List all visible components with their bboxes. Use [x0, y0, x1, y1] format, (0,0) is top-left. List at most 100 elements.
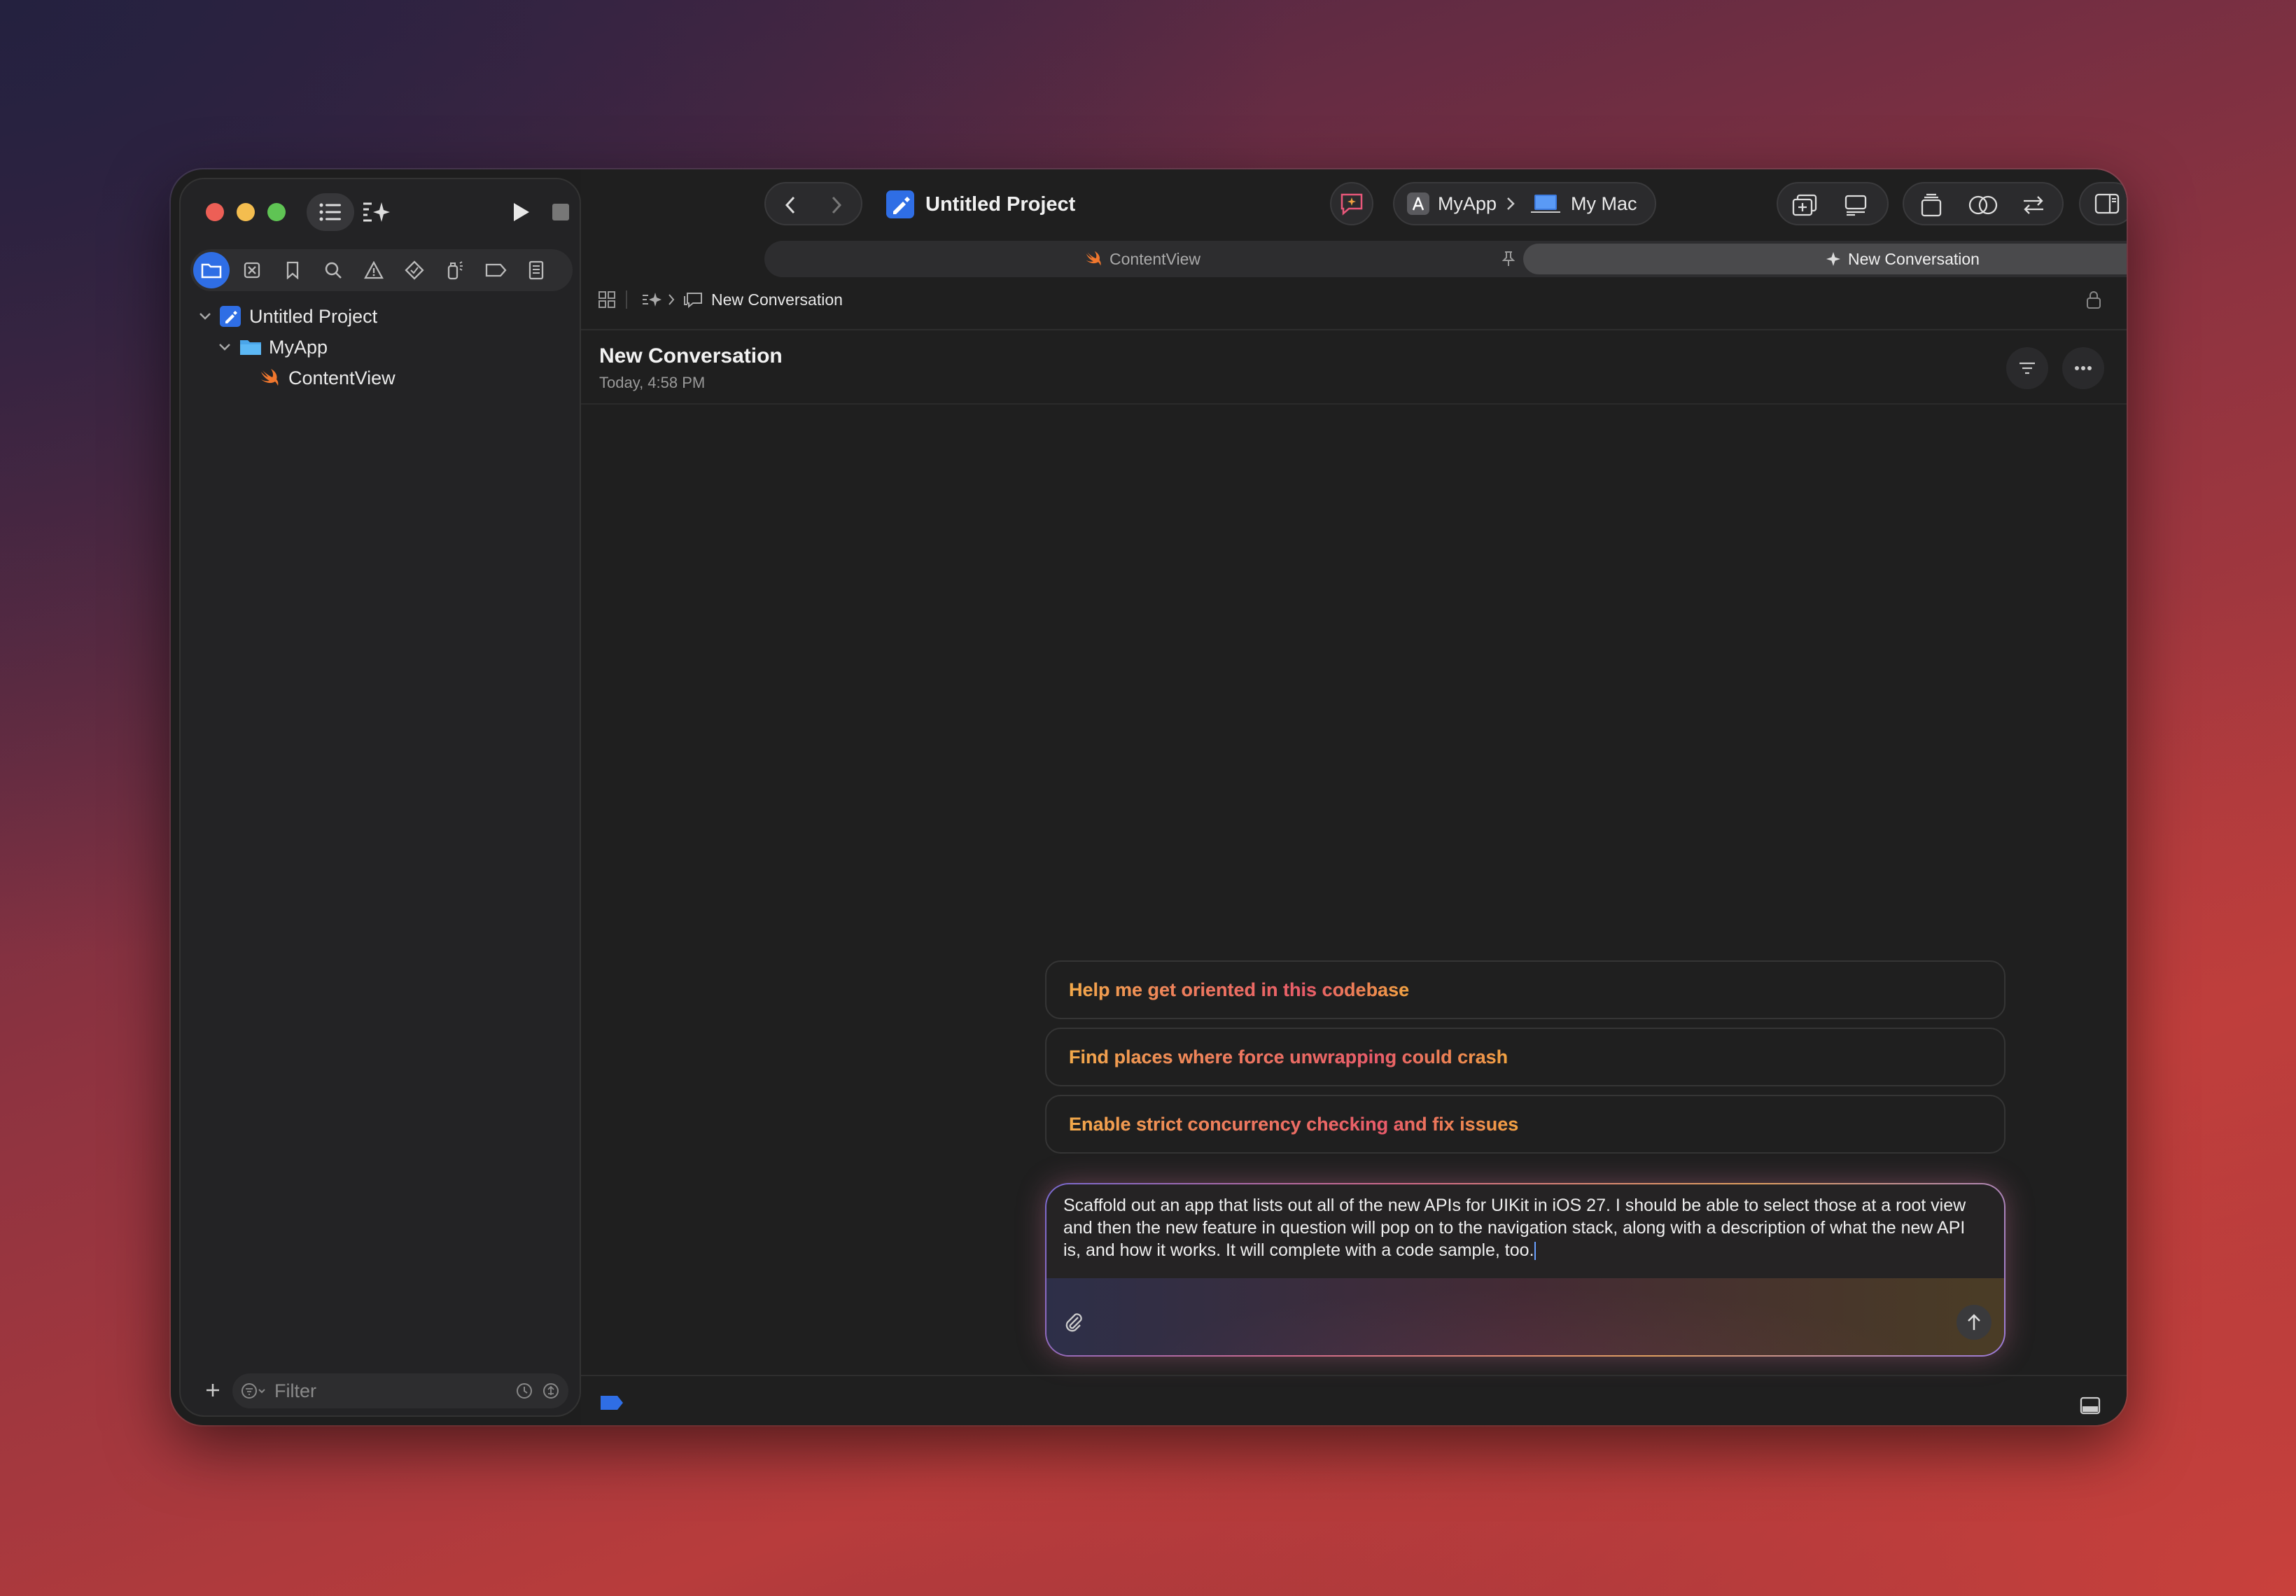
chevron-right-icon: [1506, 197, 1515, 211]
close-window-button[interactable]: [206, 203, 224, 221]
breadcrumb-current[interactable]: New Conversation: [711, 290, 843, 309]
chevron-down-icon[interactable]: [217, 342, 232, 353]
issue-navigator-tab[interactable]: [356, 252, 392, 288]
scheme-label[interactable]: MyApp: [1438, 193, 1497, 215]
debug-area-toggle[interactable]: [2075, 1390, 2106, 1421]
project-icon: [886, 190, 914, 218]
sidebar-right-icon: [2094, 193, 2120, 214]
intelligence-button[interactable]: [357, 193, 395, 231]
test-navigator-tab[interactable]: [396, 252, 433, 288]
editor-tab-bar: ContentView New Conversation: [764, 241, 2127, 277]
context-tag-button[interactable]: [599, 1394, 624, 1411]
sparkle-icon: [1826, 251, 1841, 267]
tree-row-group[interactable]: MyApp: [217, 333, 328, 361]
debug-navigator-tab[interactable]: [437, 252, 473, 288]
divider: [581, 329, 2127, 330]
destination-label[interactable]: My Mac: [1571, 193, 1637, 215]
bookmark-navigator-tab[interactable]: [274, 252, 311, 288]
glow: [1046, 1278, 2004, 1355]
lock-icon[interactable]: [2086, 290, 2101, 309]
tree-label: ContentView: [288, 367, 396, 388]
arrow-up-icon: [1966, 1313, 1982, 1331]
project-title-label: Untitled Project: [925, 192, 1076, 216]
overlap-circles-icon: [1968, 194, 1998, 216]
app-icon: [1407, 192, 1429, 215]
conversation-header: New Conversation Today, 4:58 PM: [599, 344, 783, 392]
sparkle-list-icon[interactable]: [641, 291, 662, 308]
coding-assistant-button[interactable]: [1330, 182, 1373, 225]
divider: [626, 290, 627, 309]
filter-field[interactable]: Filter: [232, 1373, 568, 1408]
report-navigator-tab[interactable]: [518, 252, 554, 288]
source-control-icon: [244, 262, 260, 279]
source-changes-button[interactable]: [2016, 188, 2051, 223]
editor-area: Untitled Project MyApp My Mac ContentVie…: [581, 169, 2127, 1425]
zoom-window-button[interactable]: [267, 203, 286, 221]
text-cursor: [1534, 1242, 1536, 1261]
navigator-sidebar: Untitled Project MyApp ContentView Filte…: [179, 178, 581, 1417]
scheme-destination-selector[interactable]: MyApp My Mac: [1393, 182, 1656, 225]
library-group: [1777, 182, 1889, 225]
breakpoint-icon: [484, 262, 507, 278]
editor-options-group: [1903, 182, 2064, 225]
conversation-timestamp: Today, 4:58 PM: [599, 374, 706, 391]
filter-icon: [241, 1382, 269, 1399]
project-title[interactable]: Untitled Project: [886, 190, 1075, 218]
pin-icon[interactable]: [1502, 251, 1515, 267]
tab-contentview[interactable]: ContentView: [764, 241, 1520, 277]
recent-files-icon[interactable]: [515, 1382, 533, 1400]
chevron-right-icon: [668, 293, 675, 306]
conversation-title: New Conversation: [599, 344, 783, 368]
run-button[interactable]: [505, 196, 538, 228]
minimize-window-button[interactable]: [237, 203, 255, 221]
suggestion-chip[interactable]: Find places where force unwrapping could…: [1045, 1028, 2005, 1086]
tab-label: ContentView: [1110, 249, 1200, 268]
inspector-layout-button[interactable]: [1838, 188, 1873, 223]
project-navigator-tab[interactable]: [193, 252, 230, 288]
folder-icon: [239, 338, 262, 356]
attach-button[interactable]: [1056, 1305, 1091, 1340]
paperclip-icon: [1064, 1312, 1084, 1333]
forward-button[interactable]: [819, 188, 854, 223]
back-button[interactable]: [773, 188, 808, 223]
source-control-filter-icon[interactable]: [542, 1382, 560, 1400]
chevron-left-icon: [784, 195, 797, 215]
filter-lines-icon: [2018, 361, 2036, 375]
source-control-navigator-tab[interactable]: [234, 252, 270, 288]
minimap-button[interactable]: [1914, 188, 1949, 223]
tab-label: New Conversation: [1848, 249, 1980, 268]
sparkle-icon: [360, 200, 391, 225]
xcode-window: Untitled Project MyApp ContentView Filte…: [171, 169, 2127, 1425]
suggestion-chip[interactable]: Enable strict concurrency checking and f…: [1045, 1095, 2005, 1154]
library-button[interactable]: [1788, 188, 1823, 223]
ellipsis-icon: [2074, 365, 2092, 371]
tree-row-file[interactable]: ContentView: [259, 364, 396, 392]
layout-panel-icon: [1844, 194, 1868, 216]
tab-new-conversation[interactable]: New Conversation: [1523, 244, 2127, 274]
find-navigator-tab[interactable]: [315, 252, 351, 288]
add-file-button[interactable]: [199, 1376, 227, 1404]
chevron-down-icon[interactable]: [197, 311, 213, 322]
navigation-buttons: [764, 182, 862, 225]
tree-label: MyApp: [269, 336, 328, 358]
send-button[interactable]: [1956, 1305, 1991, 1340]
navigator-toggle-button[interactable]: [307, 193, 354, 231]
prompt-text-area[interactable]: Scaffold out an app that lists out all o…: [1063, 1194, 1987, 1261]
grid-icon[interactable]: [598, 290, 616, 309]
inspector-toggle-button[interactable]: [2079, 182, 2127, 225]
chat-sparkle-icon: [1339, 192, 1364, 216]
play-icon: [512, 202, 531, 223]
suggestion-chip[interactable]: Help me get oriented in this codebase: [1045, 960, 2005, 1019]
tag-icon: [599, 1394, 624, 1411]
tree-label: Untitled Project: [249, 305, 378, 327]
filter-options-button[interactable]: [2006, 347, 2048, 389]
tree-row-project[interactable]: Untitled Project: [197, 302, 377, 330]
project-icon: [220, 306, 241, 327]
more-options-button[interactable]: [2062, 347, 2104, 389]
chevron-right-icon: [830, 195, 843, 215]
search-icon: [324, 261, 342, 279]
review-changes-button[interactable]: [1966, 188, 2001, 223]
stop-button[interactable]: [545, 196, 577, 228]
breakpoint-navigator-tab[interactable]: [477, 252, 514, 288]
list-icon: [318, 202, 342, 222]
